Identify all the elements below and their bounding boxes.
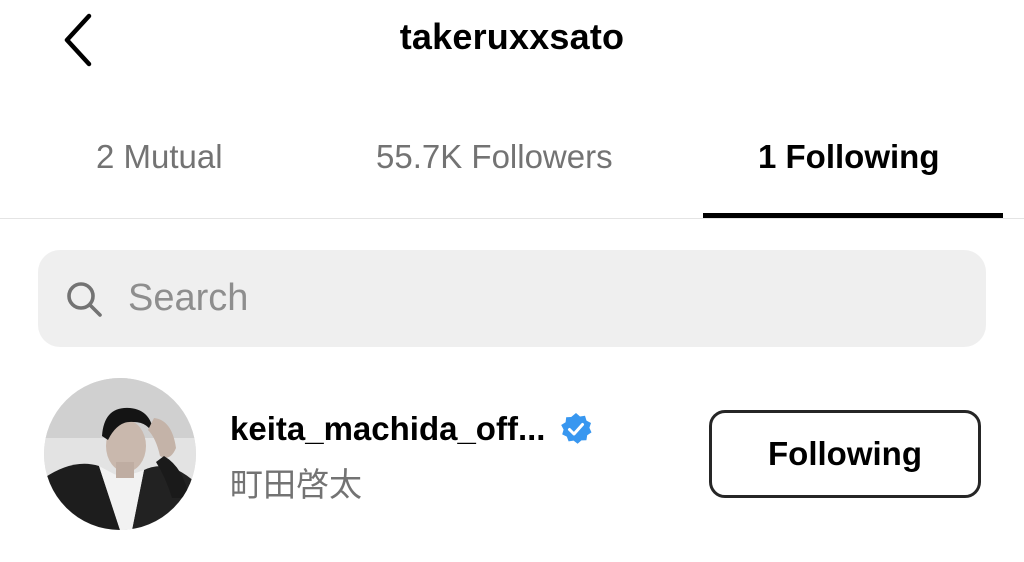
username: keita_machida_off... — [230, 410, 546, 447]
tab-bar: 2 Mutual 55.7K Followers 1 Following — [0, 110, 1024, 219]
page-title: takeruxxsato — [399, 16, 625, 57]
username-link[interactable]: keita_machida_off... — [230, 410, 593, 448]
following-screen: takeruxxsato 2 Mutual 55.7K Followers 1 … — [0, 0, 1024, 562]
search-bar[interactable] — [38, 250, 986, 347]
active-tab-indicator — [703, 213, 1003, 218]
search-input[interactable] — [126, 276, 930, 321]
profile-photo — [44, 378, 196, 530]
following-button[interactable]: Following — [709, 410, 981, 498]
full-name: 町田啓太 — [230, 466, 362, 503]
tab-following[interactable]: 1 Following — [758, 138, 939, 176]
verified-badge-icon — [561, 413, 592, 444]
search-icon — [64, 279, 104, 319]
avatar[interactable] — [44, 378, 196, 530]
list-item[interactable]: keita_machida_off... 町田啓太 Following — [0, 370, 1024, 540]
tab-mutual[interactable]: 2 Mutual — [96, 138, 223, 176]
tab-followers[interactable]: 55.7K Followers — [376, 138, 613, 176]
